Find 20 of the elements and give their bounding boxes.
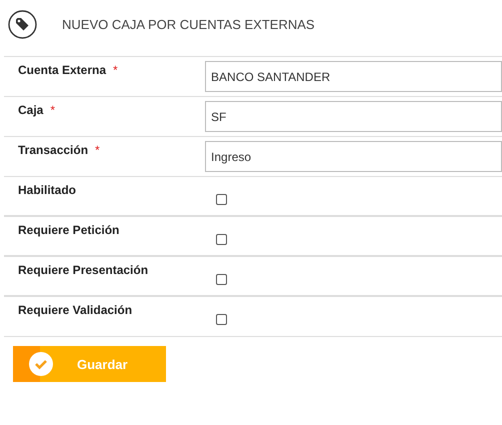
field-label: Transacción	[18, 143, 88, 157]
input-field[interactable]: BANCO SANTANDER	[205, 61, 502, 92]
checkbox[interactable]	[216, 194, 227, 205]
field-label: Habilitado	[18, 183, 76, 197]
field-label: Caja	[18, 103, 44, 117]
tag-icon	[8, 10, 37, 38]
field-label: Requiere Validación	[18, 303, 132, 317]
field-label: Cuenta Externa	[18, 63, 106, 77]
input-field[interactable]: Ingreso	[205, 141, 502, 172]
field-label: Requiere Presentación	[18, 263, 148, 277]
checkbox[interactable]	[216, 274, 227, 285]
check-icon	[29, 352, 53, 376]
required-mark: *	[95, 143, 100, 157]
input-field[interactable]: SF	[205, 101, 502, 132]
checkbox[interactable]	[216, 234, 227, 245]
form-title: NUEVO CAJA POR CUENTAS EXTERNAS	[62, 16, 315, 32]
required-mark: *	[50, 103, 56, 117]
required-mark: *	[113, 63, 118, 77]
field-label: Requiere Petición	[18, 223, 120, 237]
checkbox[interactable]	[216, 314, 227, 325]
